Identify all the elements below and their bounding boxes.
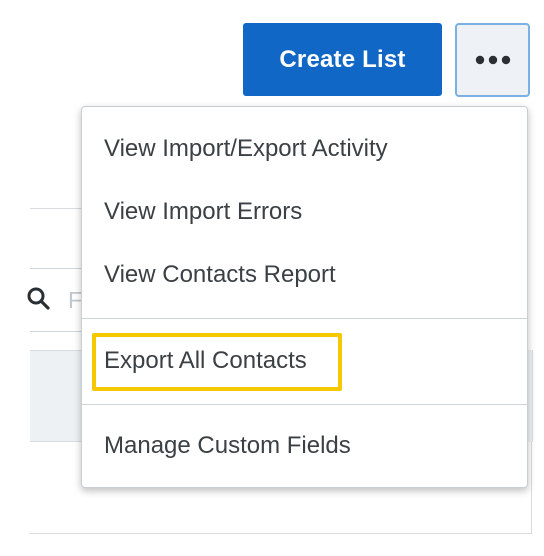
create-list-button[interactable]: Create List [243, 23, 442, 96]
table-row-edge [531, 442, 532, 534]
page: F Create List View Import/Export Activit… [0, 0, 544, 556]
menu-item-manage-custom-fields[interactable]: Manage Custom Fields [104, 432, 351, 460]
menu-item-view-contacts-report[interactable]: View Contacts Report [104, 261, 336, 289]
search-placeholder-fragment: F [68, 287, 83, 313]
menu-divider [82, 318, 527, 319]
menu-item-view-import-errors[interactable]: View Import Errors [104, 198, 302, 226]
table-bottom-rule [30, 533, 532, 534]
more-actions-menu: View Import/Export Activity View Import … [81, 106, 528, 488]
menu-divider [82, 404, 527, 405]
create-list-label: Create List [279, 45, 406, 73]
menu-item-view-import-export-activity[interactable]: View Import/Export Activity [104, 135, 388, 163]
search-icon [26, 286, 52, 312]
menu-item-export-all-contacts[interactable]: Export All Contacts [104, 347, 307, 375]
more-horizontal-icon [473, 54, 513, 66]
more-actions-button[interactable] [455, 23, 530, 97]
